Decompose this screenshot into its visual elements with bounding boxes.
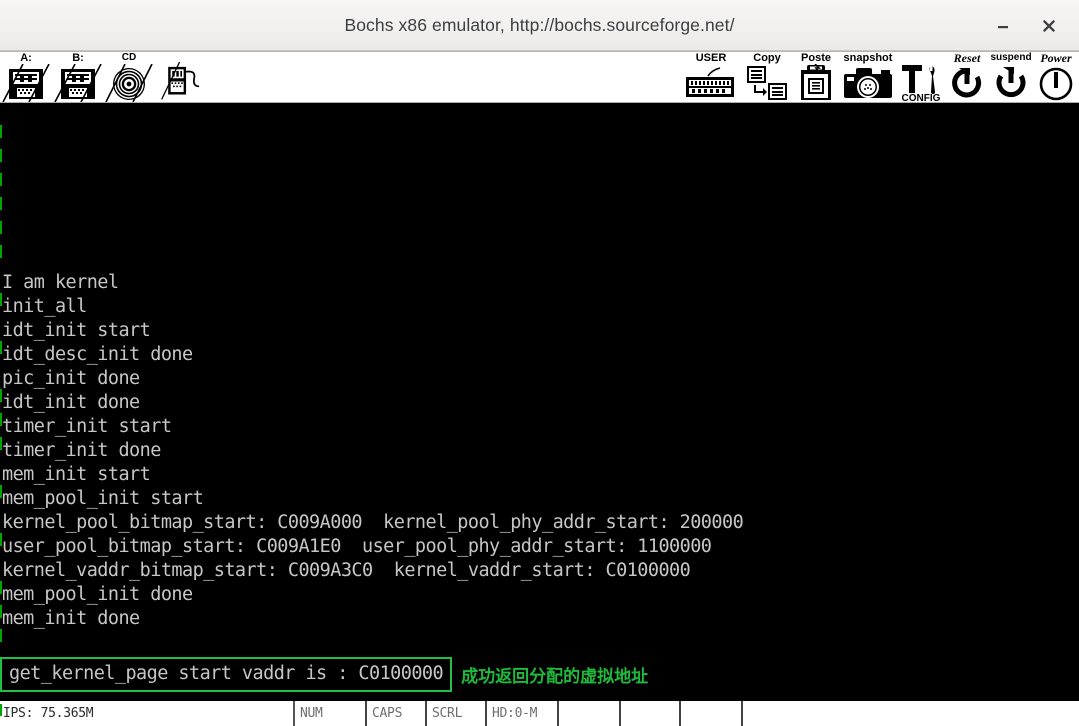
config-button[interactable]: CONFIG <box>897 52 945 103</box>
status-green-marker <box>0 704 2 716</box>
console-line: kernel_vaddr_bitmap_start: C009A3C0 kern… <box>2 560 691 581</box>
bochs-emulator-window: Bochs x86 emulator, http://bochs.sourcef… <box>0 0 1079 726</box>
copy-button[interactable]: Copy <box>741 52 793 102</box>
console-line: timer_init start <box>2 416 172 437</box>
copy-label: Copy <box>753 52 781 64</box>
reset-label: Reset <box>953 51 981 65</box>
console-line: pic_init done <box>2 368 140 389</box>
status-ips: IPS: 75.365M <box>0 701 295 726</box>
console-line: idt_desc_init done <box>2 344 193 365</box>
toolbar-media-group: A: B: CD <box>0 52 210 102</box>
status-bar: IPS: 75.365M NUM CAPS SCRL HD:0-M <box>0 698 1079 726</box>
paste-button[interactable]: Poste <box>793 52 839 102</box>
vga-console-screen[interactable]: I am kernel init_all idt_init start idt_des… <box>0 103 1079 698</box>
toolbar-actions-group: USER Copy Poste snapshot CONFIG Reset su… <box>681 51 1079 103</box>
console-line: mem_init start <box>2 464 151 485</box>
window-title: Bochs x86 emulator, http://bochs.sourcef… <box>344 14 735 35</box>
cdrom-label: CD <box>121 52 137 63</box>
reset-icon <box>952 68 982 98</box>
status-num[interactable]: NUM <box>295 701 367 726</box>
console-line: I am kernel <box>2 272 119 293</box>
user-keyboard-button[interactable]: USER <box>681 52 741 102</box>
snapshot-button[interactable]: snapshot <box>839 52 897 102</box>
floppy-b-icon <box>54 64 102 102</box>
highlighted-output-row: get_kernel_page start vaddr is : C010000… <box>0 657 648 692</box>
close-button[interactable] <box>1029 6 1069 46</box>
floppy-a-icon <box>2 64 50 102</box>
user-label: USER <box>695 52 727 64</box>
power-icon <box>1039 67 1073 101</box>
reset-button[interactable]: Reset <box>945 51 989 102</box>
minimize-button[interactable] <box>983 6 1023 46</box>
highlight-box: get_kernel_page start vaddr is : C010000… <box>0 657 453 692</box>
console-line: init_all <box>2 296 87 317</box>
console-output: I am kernel init_all idt_init start idt_des… <box>2 103 744 631</box>
title-bar: Bochs x86 emulator, http://bochs.sourcef… <box>0 0 1079 51</box>
status-slot-8[interactable] <box>743 701 1079 726</box>
console-line: mem_pool_init start <box>2 488 204 509</box>
status-caps[interactable]: CAPS <box>367 701 427 726</box>
status-slot-5[interactable] <box>559 701 621 726</box>
status-hd[interactable]: HD:0-M <box>487 701 559 726</box>
copy-icon <box>747 66 787 100</box>
paste-label: Poste <box>801 52 831 64</box>
floppy-b-label: B: <box>72 52 84 64</box>
config-tools-icon <box>902 65 935 94</box>
suspend-button[interactable]: suspend <box>989 52 1033 102</box>
console-line: mem_init done <box>2 608 140 629</box>
console-line: idt_init start <box>2 320 151 341</box>
console-line: user_pool_bitmap_start: C009A1E0 user_po… <box>2 536 712 557</box>
highlight-annotation: 成功返回分配的虚拟地址 <box>461 667 649 687</box>
keyboard-icon <box>686 67 734 97</box>
console-line: timer_init done <box>2 440 161 461</box>
usb-device-icon <box>161 61 200 100</box>
toolbar: A: B: CD USER Copy Poste snapshot CONFIG… <box>0 51 1079 103</box>
config-label: CONFIG <box>901 93 941 103</box>
cdrom-icon <box>105 64 153 102</box>
console-line: kernel_pool_bitmap_start: C009A000 kerne… <box>2 512 744 533</box>
paste-icon <box>801 64 831 100</box>
snapshot-label: snapshot <box>843 52 893 64</box>
console-line: idt_init done <box>2 392 140 413</box>
floppy-a-button[interactable]: A: <box>0 52 52 102</box>
status-slot-7[interactable] <box>681 701 743 726</box>
minimize-icon <box>998 25 1008 28</box>
usb-device-button[interactable] <box>154 52 210 102</box>
camera-icon <box>844 68 892 98</box>
power-label: Power <box>1040 51 1072 65</box>
status-slot-6[interactable] <box>621 701 681 726</box>
floppy-b-button[interactable]: B: <box>52 52 104 102</box>
suspend-icon <box>996 67 1026 98</box>
cdrom-button[interactable]: CD <box>104 52 154 102</box>
close-icon <box>1043 19 1055 32</box>
window-controls <box>983 0 1069 51</box>
console-line: mem_pool_init done <box>2 584 193 605</box>
suspend-label: suspend <box>990 52 1032 63</box>
floppy-a-label: A: <box>20 52 32 64</box>
power-button[interactable]: Power <box>1033 51 1079 102</box>
status-scrl[interactable]: SCRL <box>427 701 487 726</box>
